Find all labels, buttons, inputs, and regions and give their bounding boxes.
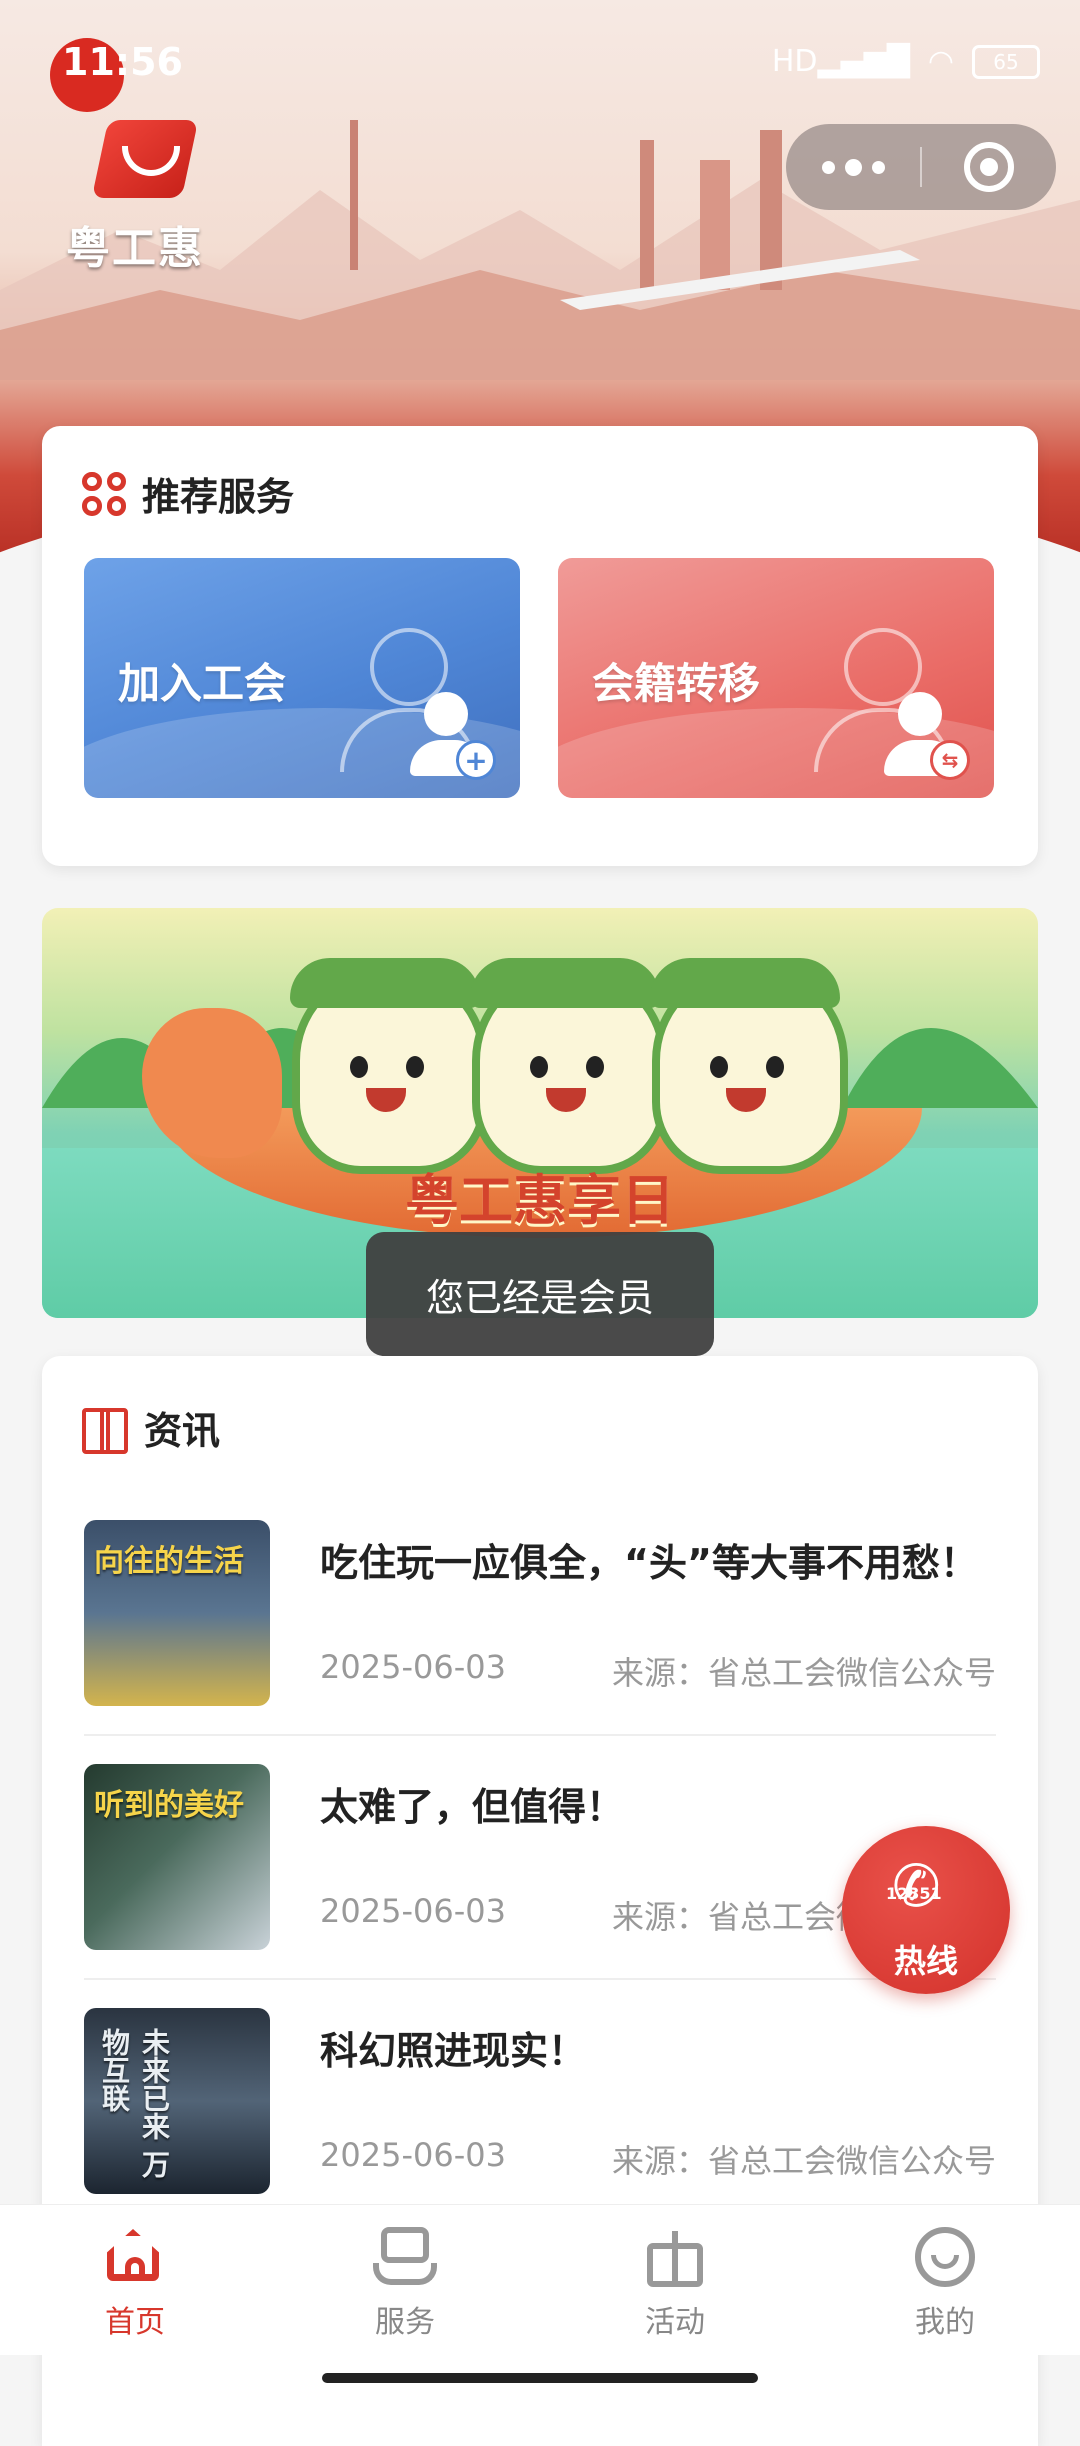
news-title: 资讯 [144, 1409, 221, 1453]
hotline-number: 12351 [886, 1884, 942, 1903]
book-icon [82, 1407, 128, 1454]
wifi-icon: ◠ [927, 44, 954, 79]
news-item-title: 科幻照进现实！ [320, 2029, 587, 2073]
news-header: 资讯 [82, 1400, 220, 1455]
add-user-icon: + [340, 628, 496, 780]
join-union-button[interactable]: 加入工会 + [84, 558, 520, 798]
status-icons: HD▂▄▆█ ◠ 65 [772, 44, 1040, 79]
tab-activity[interactable]: 活动 [540, 2205, 810, 2355]
tab-service[interactable]: 服务 [270, 2205, 540, 2355]
zongzi-character [650, 958, 848, 1174]
grid-icon [82, 471, 126, 516]
news-item[interactable]: 向往的生活 吃住玩一应俱全，“头”等大事不用愁！ 2025-06-03 来源：省… [84, 1520, 996, 1706]
home-indicator [322, 2373, 758, 2383]
tab-label: 首页 [105, 2305, 165, 2340]
service-label: 加入工会 [118, 659, 287, 708]
tab-label: 服务 [375, 2305, 435, 2340]
tab-home[interactable]: 首页 [0, 2205, 270, 2355]
thumbnail-caption: 向往的生活 [94, 1544, 244, 1579]
zongzi-character [290, 958, 488, 1174]
news-thumbnail: 听到的美好 [84, 1764, 270, 1950]
network-type: HD [771, 44, 818, 79]
news-item-date: 2025-06-03 [320, 1648, 506, 1686]
more-dot [871, 160, 885, 174]
zongzi-character [470, 958, 668, 1174]
miniprogram-capsule [786, 124, 1056, 210]
transfer-membership-button[interactable]: 会籍转移 ⇆ [558, 558, 994, 798]
battery-level: 65 [993, 49, 1019, 74]
dragon-head [142, 1008, 282, 1158]
divider [84, 1734, 996, 1736]
thumbnail-caption: 听到的美好 [94, 1788, 244, 1823]
service-label: 会籍转移 [592, 659, 761, 708]
more-dot [844, 158, 862, 176]
banner-title: 粤工惠享日 [405, 1169, 675, 1232]
news-item[interactable]: 未来已来 万物互联 科幻照进现实！ 2025-06-03 来源：省总工会微信公众… [84, 2008, 996, 2194]
news-item-title: 太难了，但值得！ [320, 1785, 625, 1829]
hotline-label: 热线 [893, 1942, 958, 1980]
news-thumbnail: 未来已来 万物互联 [84, 2008, 270, 2194]
battery-icon: 65 [972, 44, 1040, 79]
news-item-date: 2025-06-03 [320, 2136, 506, 2174]
brand-name: 粤工惠 [66, 223, 204, 274]
status-bar: 11:56 HD▂▄▆█ ◠ 65 [0, 0, 1080, 120]
tab-label: 我的 [915, 2305, 975, 2340]
hotline-button[interactable]: ✆ 12351 热线 [842, 1826, 1010, 1994]
status-time: 11:56 [62, 40, 183, 84]
news-item-source: 来源：省总工会微信公众号 [611, 2142, 996, 2180]
news-thumbnail: 向往的生活 [84, 1520, 270, 1706]
recommend-card: 推荐服务 加入工会 + 会籍转移 ⇆ [42, 426, 1038, 866]
brand-logo: 粤工惠 [60, 120, 240, 274]
service-icon [373, 2225, 437, 2289]
home-icon [103, 2225, 167, 2289]
more-menu-button[interactable] [786, 158, 920, 176]
more-dot [821, 160, 835, 174]
gift-icon [643, 2225, 707, 2289]
close-miniprogram-button[interactable] [922, 142, 1056, 192]
bottom-tab-bar: 首页 服务 活动 我的 [0, 2204, 1080, 2355]
profile-icon [913, 2225, 977, 2289]
tab-label: 活动 [645, 2305, 705, 2340]
target-icon [964, 142, 1014, 192]
transfer-user-icon: ⇆ [814, 628, 970, 780]
signal-icon: HD▂▄▆█ [771, 44, 910, 79]
recommend-header: 推荐服务 [82, 466, 294, 521]
news-item-source: 来源：省总工会微信公众号 [611, 1654, 996, 1692]
thumbnail-caption: 未来已来 万物互联 [98, 2028, 171, 2178]
news-item-date: 2025-06-03 [320, 1892, 506, 1930]
toast-message: 您已经是会员 [366, 1232, 714, 1356]
news-item-title: 吃住玩一应俱全，“头”等大事不用愁！ [320, 1541, 978, 1585]
tab-profile[interactable]: 我的 [810, 2205, 1080, 2355]
recommend-title: 推荐服务 [142, 475, 295, 519]
